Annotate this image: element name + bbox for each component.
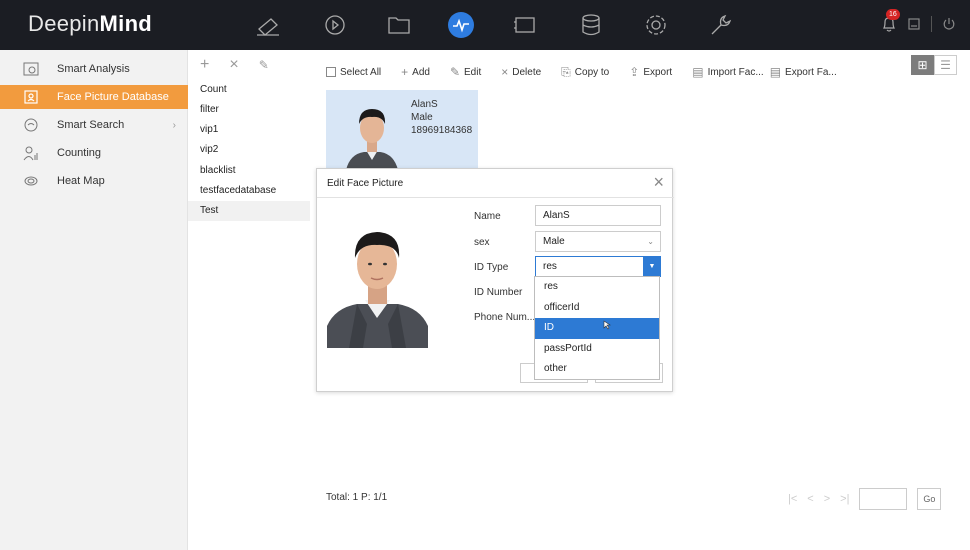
list-item[interactable]: filter xyxy=(188,100,310,120)
export-faces-button[interactable]: ▤ Export Fa... xyxy=(770,65,837,79)
top-bar: DeepinMind 16 xyxy=(0,0,970,50)
sidebar-item-smart-analysis[interactable]: Smart Analysis xyxy=(0,57,188,81)
dialog-title: Edit Face Picture xyxy=(327,178,404,189)
sidebar-item-label: Smart Analysis xyxy=(57,63,130,75)
smart-icon[interactable] xyxy=(448,12,474,38)
id-type-dropdown: res officerId ID passPortId other xyxy=(534,276,660,380)
folder-icon[interactable] xyxy=(386,13,412,37)
checkbox-icon xyxy=(326,67,336,77)
monitor-icon[interactable] xyxy=(512,13,538,37)
list-item[interactable]: blacklist xyxy=(188,161,310,181)
sex-label: sex xyxy=(474,237,490,248)
pagination-summary: Total: 1 P: 1/1 xyxy=(326,492,388,503)
delete-button[interactable]: × Delete xyxy=(501,65,541,79)
close-icon[interactable]: × xyxy=(653,172,664,193)
prev-page-icon[interactable]: < xyxy=(807,493,813,505)
name-label: Name xyxy=(474,211,501,222)
dropdown-arrow-icon[interactable]: ▼ xyxy=(643,256,661,277)
dropdown-option[interactable]: officerId xyxy=(535,298,659,319)
toolbar: Select All + Add ✎ Edit × Delete ⎘ Copy to ⇪… xyxy=(326,62,857,82)
go-button[interactable]: Go xyxy=(917,488,942,510)
notification-count-badge: 16 xyxy=(886,9,900,20)
sidebar-item-label: Counting xyxy=(57,147,102,159)
notification-bell-icon[interactable]: 16 xyxy=(881,9,900,33)
chevron-right-icon: › xyxy=(172,119,176,131)
dropdown-option[interactable]: passPortId xyxy=(535,339,659,360)
sex-select[interactable]: Male ⌄ xyxy=(535,231,661,252)
id-type-label: ID Type xyxy=(474,262,509,273)
mouse-cursor-icon xyxy=(603,320,611,330)
sidebar-item-label: Smart Search xyxy=(57,119,125,131)
camera-icon[interactable] xyxy=(255,13,281,37)
storage-icon[interactable] xyxy=(578,13,604,37)
last-page-icon[interactable]: >| xyxy=(840,493,849,505)
edit-button[interactable]: ✎ Edit xyxy=(450,65,481,79)
select-all-checkbox[interactable]: Select All xyxy=(326,67,381,78)
grid-view-icon[interactable]: ⊞ xyxy=(911,55,934,75)
brand-logo: DeepinMind xyxy=(28,11,153,36)
face-thumbnail xyxy=(342,98,402,170)
dialog-divider xyxy=(317,197,674,198)
first-page-icon[interactable]: |< xyxy=(788,493,797,505)
pager: |< < > >| Go xyxy=(788,488,942,510)
sidebar-item-smart-search[interactable]: Smart Search › xyxy=(0,113,188,137)
name-field[interactable]: AlanS xyxy=(535,205,661,226)
settings-icon[interactable] xyxy=(643,13,669,37)
list-item[interactable]: Count xyxy=(188,80,310,100)
add-library-icon[interactable]: + xyxy=(200,56,209,74)
sidebar-item-counting[interactable]: Counting xyxy=(0,141,188,165)
power-icon[interactable] xyxy=(942,17,956,31)
edit-icon: ✎ xyxy=(449,65,461,79)
counting-icon xyxy=(23,145,39,161)
face-photo xyxy=(327,214,428,348)
face-database-icon xyxy=(23,89,39,105)
card-sex: Male xyxy=(411,112,433,123)
chevron-down-icon: ⌄ xyxy=(647,237,654,246)
id-type-select[interactable]: res ▼ xyxy=(535,256,661,277)
list-view-icon[interactable]: ☰ xyxy=(934,55,957,75)
smart-search-icon xyxy=(23,117,39,133)
id-number-label: ID Number xyxy=(474,287,523,298)
next-page-icon[interactable]: > xyxy=(824,493,830,505)
playback-icon[interactable] xyxy=(322,13,348,37)
top-bar-divider xyxy=(931,16,932,32)
phone-number-label: Phone Num... xyxy=(474,312,536,323)
edit-library-icon[interactable]: ✎ xyxy=(259,58,269,74)
add-button[interactable]: + Add xyxy=(401,65,430,79)
list-item[interactable]: vip1 xyxy=(188,120,310,140)
sidebar-item-face-picture-database[interactable]: Face Picture Database xyxy=(0,85,188,109)
export-icon: ⇪ xyxy=(629,65,640,79)
dropdown-option[interactable]: res xyxy=(535,277,659,298)
list-item[interactable]: Test xyxy=(188,201,310,221)
copy-icon: ⎘ xyxy=(561,64,571,79)
import-icon: ▤ xyxy=(692,65,704,79)
export-button[interactable]: ⇪ Export xyxy=(629,65,672,79)
card-name: AlanS xyxy=(411,99,438,110)
sidebar: Smart Analysis Face Picture Database Sma… xyxy=(0,50,188,550)
sidebar-item-heat-map[interactable]: Heat Map xyxy=(0,169,188,193)
delete-icon: × xyxy=(501,65,509,79)
plus-icon: + xyxy=(401,65,409,79)
face-card[interactable]: AlanS Male 18969184368 xyxy=(326,90,478,170)
card-phone: 18969184368 xyxy=(411,125,473,136)
dropdown-option-highlighted[interactable]: ID xyxy=(535,318,659,339)
delete-library-icon[interactable]: × xyxy=(229,56,238,74)
copy-to-button[interactable]: ⎘ Copy to xyxy=(561,65,609,80)
list-item[interactable]: vip2 xyxy=(188,140,310,160)
heat-map-icon xyxy=(23,173,39,189)
maintenance-icon[interactable] xyxy=(707,13,733,37)
sidebar-item-label: Heat Map xyxy=(57,175,105,187)
face-library-list: + × ✎ Count filter vip1 vip2 blacklist t… xyxy=(188,50,310,550)
account-icon[interactable] xyxy=(907,17,921,31)
page-number-input[interactable] xyxy=(859,488,908,510)
dropdown-option[interactable]: other xyxy=(535,359,659,380)
import-faces-button[interactable]: ▤ Import Fac... xyxy=(692,65,763,79)
export-faces-icon: ▤ xyxy=(769,65,782,79)
smart-analysis-icon xyxy=(23,61,39,77)
list-item[interactable]: testfacedatabase xyxy=(188,181,310,201)
sidebar-item-label: Face Picture Database xyxy=(57,91,169,103)
